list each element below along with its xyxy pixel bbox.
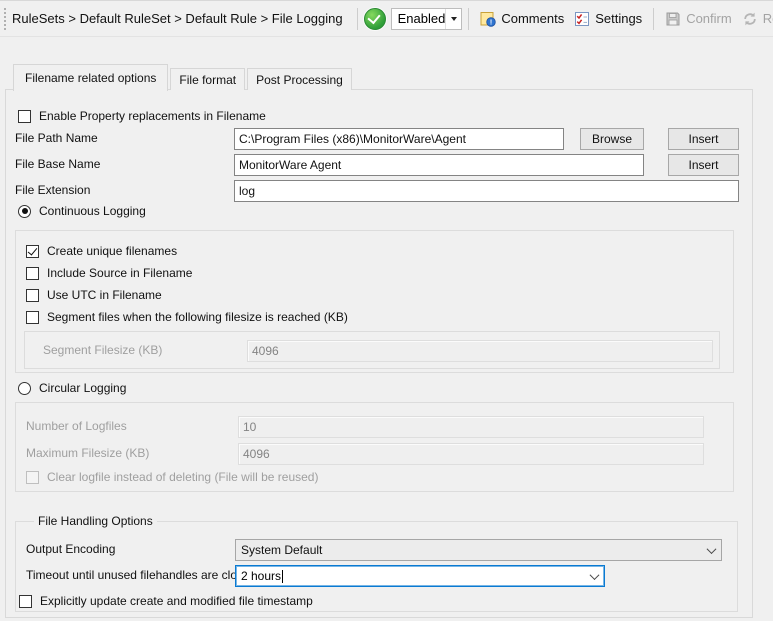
- file-base-insert-button[interactable]: Insert: [668, 154, 739, 176]
- file-path-label: File Path Name: [15, 131, 98, 145]
- tab-file-format[interactable]: File format: [170, 68, 245, 90]
- enable-property-checkbox[interactable]: Enable Property replacements in Filename: [18, 109, 266, 123]
- chevron-down-icon[interactable]: [445, 9, 461, 29]
- file-extension-label: File Extension: [15, 183, 90, 197]
- timeout-dropdown[interactable]: 2 hours: [235, 565, 605, 587]
- confirm-button: Confirm: [660, 8, 737, 30]
- segment-files-checkbox[interactable]: Segment files when the following filesiz…: [26, 310, 348, 324]
- settings-checklist-icon: [574, 11, 590, 27]
- settings-label: Settings: [595, 11, 642, 26]
- toolbar-separator: [468, 8, 469, 30]
- maximum-filesize-input: 4096: [238, 443, 704, 465]
- confirm-label: Confirm: [686, 11, 732, 26]
- create-unique-filenames-checkbox[interactable]: Create unique filenames: [26, 244, 177, 258]
- file-path-input[interactable]: C:\Program Files (x86)\MonitorWare\Agent: [234, 128, 564, 150]
- checkbox[interactable]: [26, 289, 39, 302]
- reset-label: Reset: [763, 11, 773, 26]
- use-utc-checkbox[interactable]: Use UTC in Filename: [26, 288, 162, 302]
- comments-note-icon: !: [480, 11, 496, 27]
- chevron-down-icon[interactable]: [584, 566, 604, 586]
- toolbar-grip[interactable]: [4, 8, 6, 30]
- file-base-input[interactable]: MonitorWare Agent: [234, 154, 644, 176]
- file-extension-input[interactable]: log: [234, 180, 739, 202]
- number-of-logfiles-input: 10: [238, 416, 704, 438]
- checkbox[interactable]: [26, 267, 39, 280]
- toolbar-separator: [357, 8, 358, 30]
- checkbox[interactable]: [19, 595, 32, 608]
- breadcrumb: RuleSets > Default RuleSet > Default Rul…: [12, 11, 343, 26]
- tab-strip: Filename related options File format Pos…: [13, 63, 354, 90]
- explicit-update-checkbox[interactable]: Explicitly update create and modified fi…: [19, 594, 313, 608]
- number-of-logfiles-label: Number of Logfiles: [26, 419, 127, 433]
- file-path-insert-button[interactable]: Insert: [668, 128, 739, 150]
- radio[interactable]: [18, 382, 31, 395]
- toolbar: RuleSets > Default RuleSet > Default Rul…: [0, 1, 773, 37]
- chevron-down-icon[interactable]: [701, 540, 721, 560]
- checkbox[interactable]: [26, 245, 39, 258]
- segment-filesize-group: Segment Filesize (KB) 4096: [24, 331, 720, 369]
- file-handling-options-title: File Handling Options: [34, 514, 157, 528]
- circular-logging-radio[interactable]: Circular Logging: [18, 381, 126, 395]
- continuous-options-group: Create unique filenames Include Source i…: [15, 230, 734, 373]
- enabled-check-icon: [364, 8, 386, 30]
- reset-icon: [742, 11, 758, 27]
- filename-options-panel: Enable Property replacements in Filename…: [5, 89, 753, 618]
- segment-filesize-input: 4096: [247, 340, 713, 362]
- browse-button[interactable]: Browse: [580, 128, 644, 150]
- file-base-label: File Base Name: [15, 157, 100, 171]
- include-source-checkbox[interactable]: Include Source in Filename: [26, 266, 192, 280]
- text-cursor: [282, 570, 283, 583]
- file-handling-options-group: File Handling Options Output Encoding Sy…: [15, 521, 738, 612]
- tab-post-processing[interactable]: Post Processing: [247, 68, 352, 90]
- settings-button[interactable]: Settings: [569, 8, 647, 30]
- comments-label: Comments: [501, 11, 564, 26]
- file-logging-window: RuleSets > Default RuleSet > Default Rul…: [0, 0, 773, 621]
- rule-state-value: Enabled: [392, 11, 446, 26]
- checkbox[interactable]: [18, 110, 31, 123]
- continuous-logging-radio[interactable]: Continuous Logging: [18, 204, 146, 218]
- comments-button[interactable]: ! Comments: [475, 8, 569, 30]
- output-encoding-dropdown[interactable]: System Default: [235, 539, 722, 561]
- radio[interactable]: [18, 205, 31, 218]
- timeout-label: Timeout until unused filehandles are clo…: [26, 568, 256, 582]
- checkbox[interactable]: [26, 311, 39, 324]
- segment-filesize-label: Segment Filesize (KB): [43, 343, 162, 357]
- reset-button: Reset: [737, 8, 773, 30]
- confirm-save-icon: [665, 11, 681, 27]
- circular-options-group: Number of Logfiles 10 Maximum Filesize (…: [15, 402, 734, 492]
- tab-filename-related-options[interactable]: Filename related options: [13, 64, 168, 91]
- toolbar-separator: [653, 8, 654, 30]
- output-encoding-label: Output Encoding: [26, 542, 115, 556]
- maximum-filesize-label: Maximum Filesize (KB): [26, 446, 149, 460]
- rule-state-dropdown[interactable]: Enabled: [391, 8, 463, 30]
- clear-logfile-checkbox: Clear logfile instead of deleting (File …: [26, 470, 318, 484]
- checkbox: [26, 471, 39, 484]
- svg-text:!: !: [490, 19, 492, 26]
